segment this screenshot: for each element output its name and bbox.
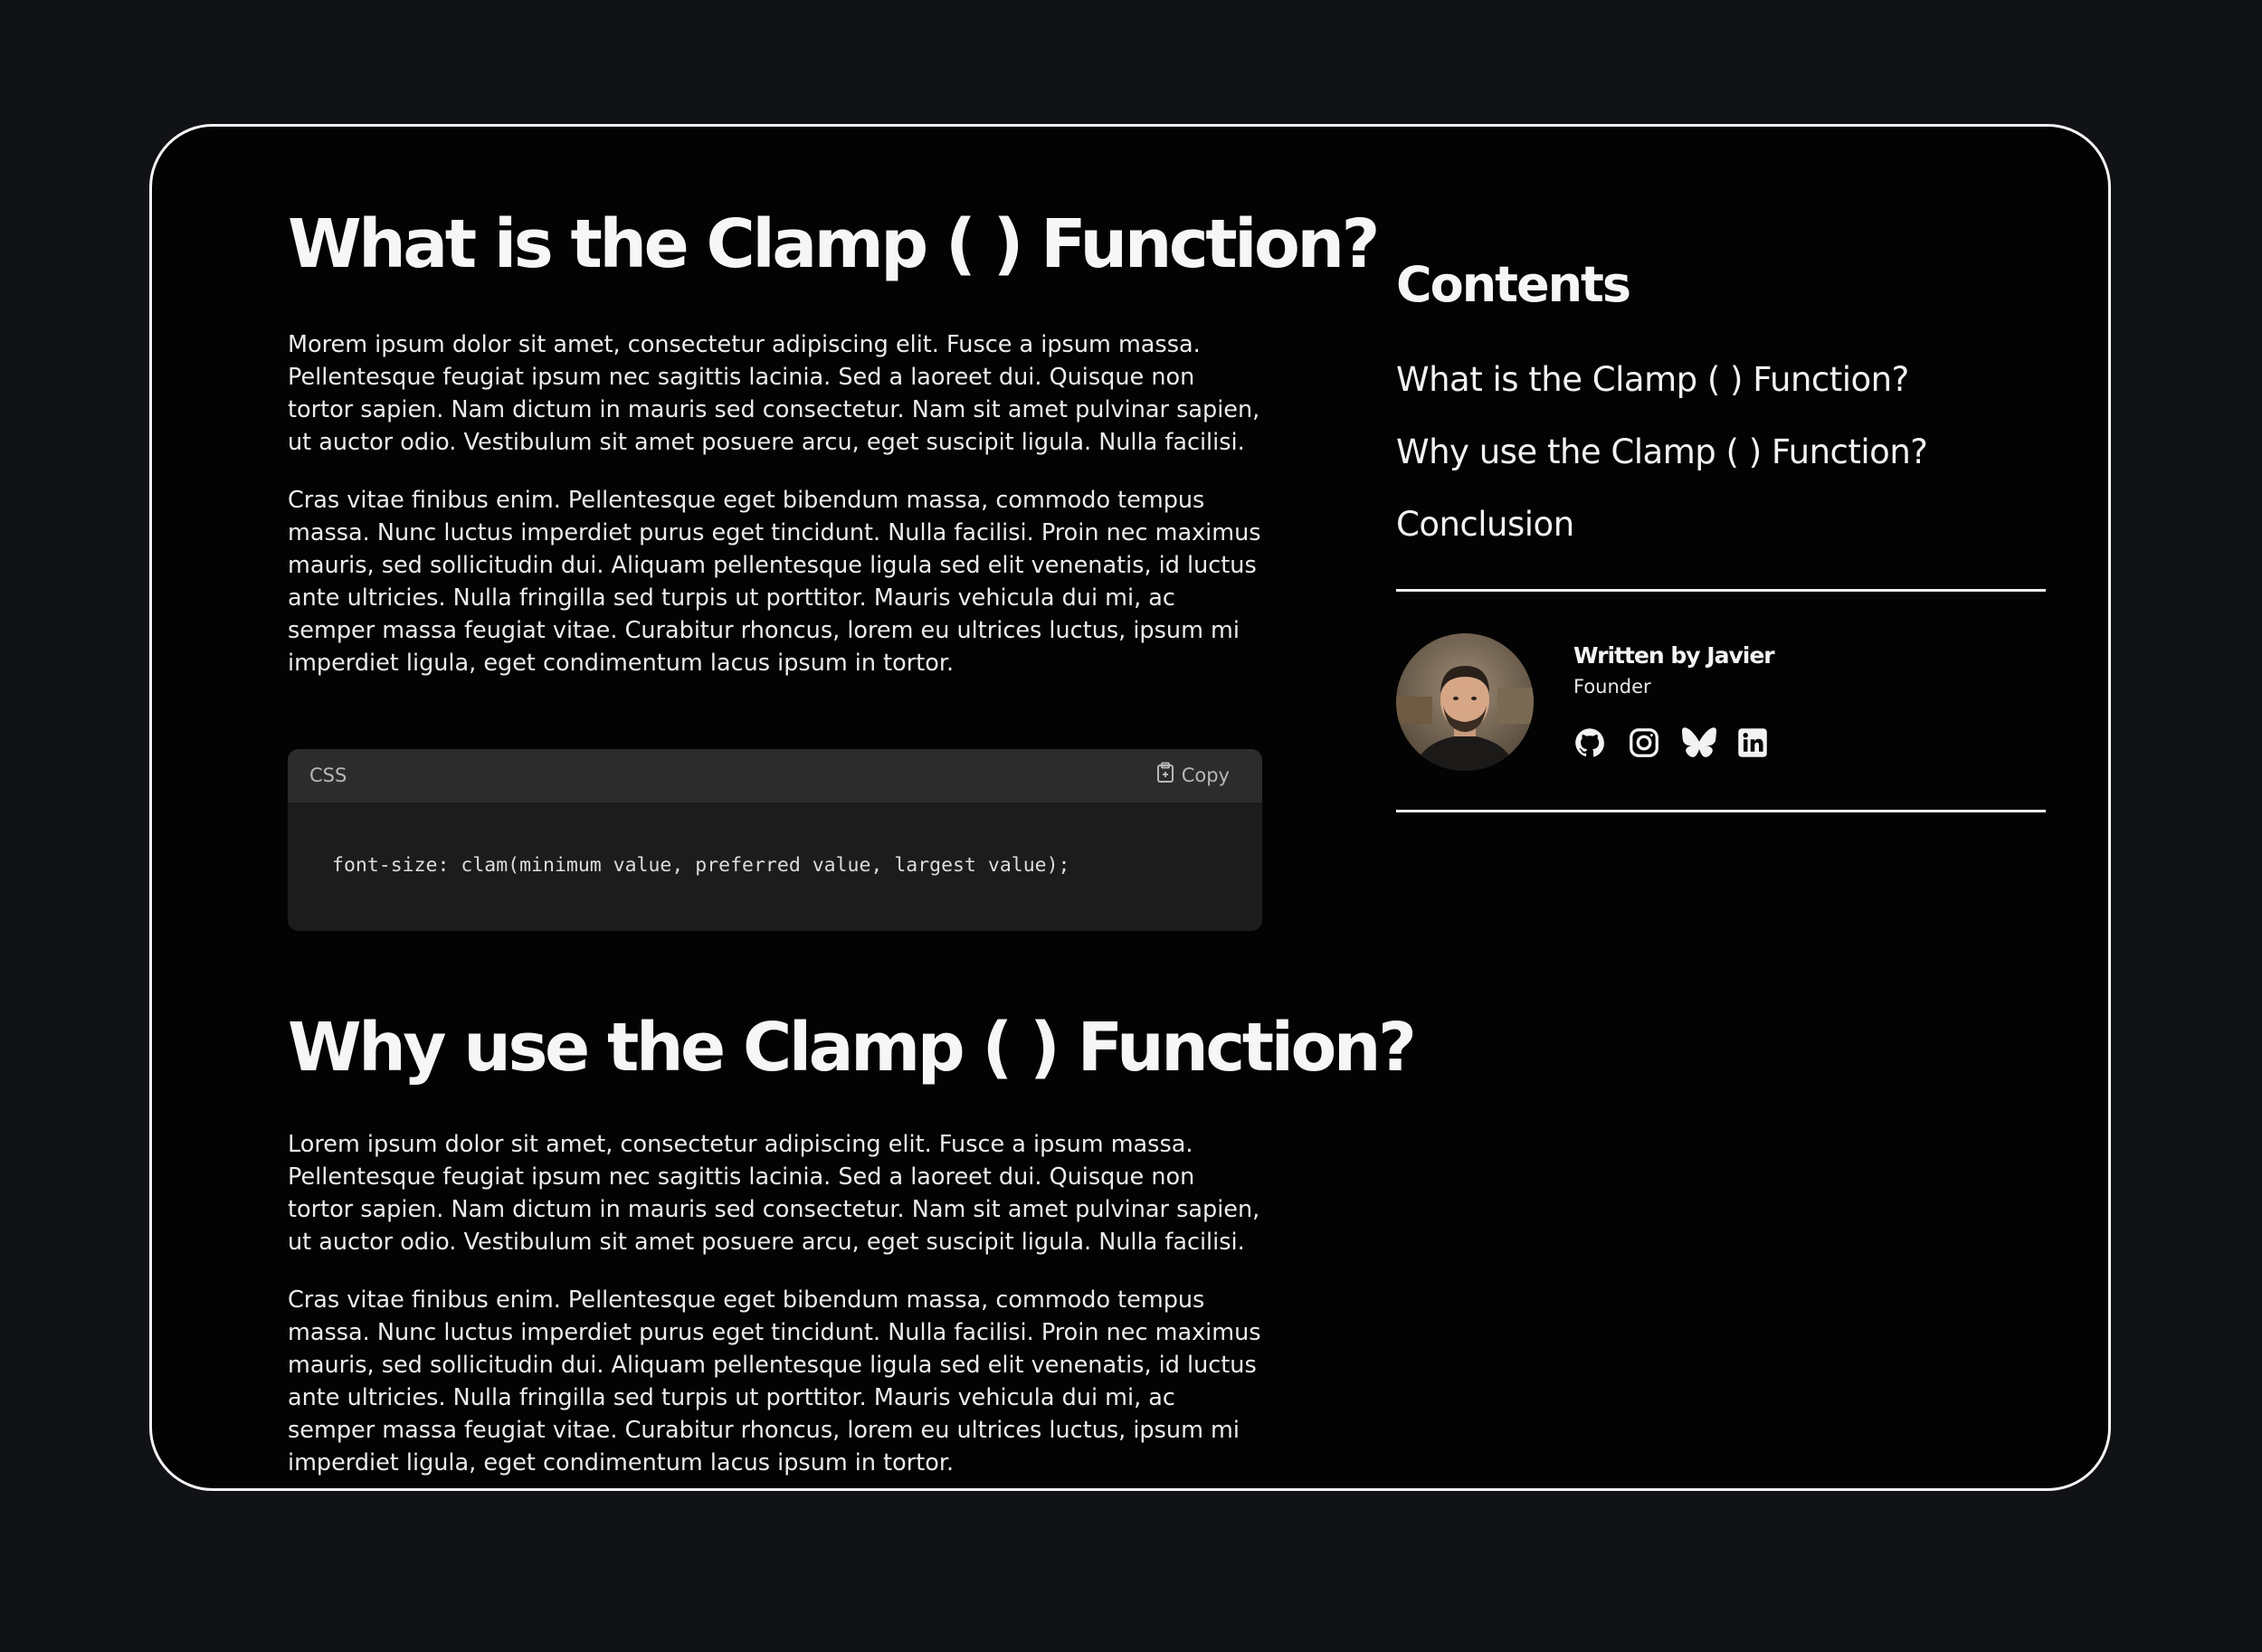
code-block-header: CSS Copy [288, 749, 1262, 802]
article-content-2: Why use the Clamp ( ) Function? Lorem ip… [288, 1009, 1417, 1479]
toc-link-conclusion[interactable]: Conclusion [1396, 505, 1574, 544]
divider [1396, 589, 2046, 592]
clipboard-icon [1156, 762, 1174, 788]
copy-button[interactable]: Copy [1156, 762, 1230, 788]
contents-title: Contents [1396, 256, 1631, 313]
code-block: CSS Copy font-size: clam(minimum value, … [288, 749, 1262, 931]
code-line: font-size: clam(minimum value, preferred… [332, 854, 1070, 877]
paragraph: Cras vitae finibus enim. Pellentesque eg… [288, 487, 1261, 678]
toc-link-what-is[interactable]: What is the Clamp ( ) Function? [1396, 360, 1909, 399]
instagram-icon[interactable] [1628, 726, 1660, 759]
bluesky-icon[interactable] [1682, 726, 1716, 759]
paragraph: Morem ipsum dolor sit amet, consectetur … [288, 331, 1260, 457]
paragraph: Cras vitae finibus enim. Pellentesque eg… [288, 1286, 1261, 1477]
github-icon[interactable] [1573, 726, 1606, 759]
code-language-label: CSS [309, 764, 347, 786]
paragraph: Lorem ipsum dolor sit amet, consectetur … [288, 1131, 1260, 1257]
article-content: What is the Clamp ( ) Function? Morem ip… [288, 205, 1380, 679]
linkedin-icon[interactable] [1736, 726, 1769, 759]
author-avatar [1396, 633, 1534, 771]
article-card: What is the Clamp ( ) Function? Morem ip… [149, 124, 2111, 1491]
section-heading-why-use: Why use the Clamp ( ) Function? [288, 1009, 1417, 1087]
author-role: Founder [1573, 676, 1651, 698]
toc-link-why-use[interactable]: Why use the Clamp ( ) Function? [1396, 432, 1928, 471]
section-heading-what-is: What is the Clamp ( ) Function? [288, 205, 1380, 283]
divider [1396, 810, 2046, 812]
author-name: Written by Javier [1573, 642, 1775, 669]
copy-label: Copy [1181, 764, 1230, 786]
